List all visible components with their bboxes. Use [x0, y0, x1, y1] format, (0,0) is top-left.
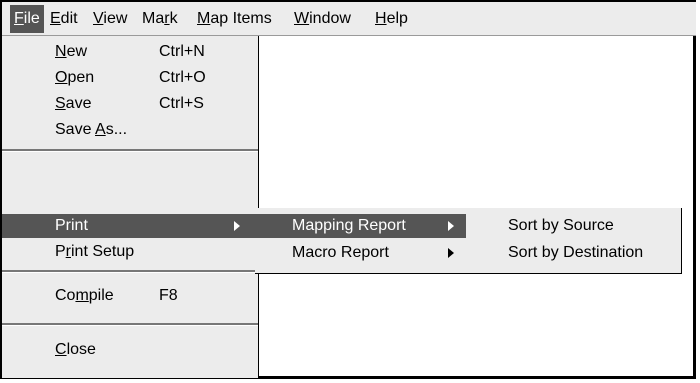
menu-item-open[interactable]: Open Ctrl+O	[2, 66, 258, 90]
menu-map-items-label-post: ap Items	[210, 10, 272, 27]
menu-item-print-setup[interactable]: Print Setup	[2, 240, 258, 264]
menu-bar: File Edit View Mark Map Items Window Hel…	[2, 2, 696, 36]
menu-item-save-label: Save	[55, 95, 92, 112]
menu-item-compile[interactable]: Compile F8	[2, 284, 258, 308]
menu-item-save-as[interactable]: Save As...	[2, 118, 258, 142]
menu-item-new-shortcut: Ctrl+N	[159, 43, 205, 60]
menu-file-label-post: ile	[23, 10, 40, 27]
menu-file[interactable]: File	[10, 5, 44, 33]
menu-window-label-mnemonic: W	[294, 10, 310, 27]
menu-help-label-mnemonic: H	[375, 10, 387, 27]
menu-mark-label-post: k	[169, 10, 178, 27]
menu-item-print-label: Print	[55, 217, 88, 234]
menu-window[interactable]: Window	[290, 5, 355, 33]
menu-item-save[interactable]: Save Ctrl+S	[2, 92, 258, 116]
menu-item-print[interactable]: Print	[2, 214, 258, 238]
menu-item-open-label: Open	[55, 69, 95, 86]
menu-item-sort-by-destination-label: Sort by Destination	[508, 244, 644, 261]
menu-edit[interactable]: Edit	[46, 5, 82, 33]
menu-view[interactable]: View	[89, 5, 131, 33]
menu-mark[interactable]: Mark	[138, 5, 182, 33]
menu-edit-label-mnemonic: E	[50, 10, 61, 27]
menu-mark-label-pre: Ma	[142, 10, 165, 27]
menu-item-sort-by-source[interactable]: Sort by Source	[466, 214, 681, 238]
menu-help-label-post: elp	[386, 10, 408, 27]
menu-file-label-mnemonic: F	[14, 10, 24, 27]
submenu-arrow-icon	[448, 248, 454, 258]
submenu-arrow-icon	[234, 221, 240, 231]
menu-help[interactable]: Help	[371, 5, 412, 33]
menu-item-open-shortcut: Ctrl+O	[159, 69, 206, 86]
menu-item-print-setup-label: Print Setup	[55, 243, 135, 260]
file-menu: New Ctrl+N Open Ctrl+O Save Ctrl+S Save …	[2, 36, 259, 379]
menu-item-mapping-report[interactable]: Mapping Report	[255, 214, 468, 238]
menu-separator	[2, 149, 258, 152]
menu-separator	[2, 323, 258, 326]
menu-item-close[interactable]: Close	[2, 338, 258, 362]
print-submenu: Mapping Report Macro Report	[255, 208, 469, 274]
menu-item-compile-label: Compile	[55, 287, 114, 304]
menu-map-items[interactable]: Map Items	[193, 5, 276, 33]
menu-window-label-post: indow	[309, 10, 351, 27]
menu-item-macro-report[interactable]: Macro Report	[255, 241, 468, 265]
menu-separator	[2, 270, 258, 273]
menu-item-compile-shortcut: F8	[159, 287, 178, 304]
menu-item-mapping-report-label: Mapping Report	[292, 217, 406, 234]
menu-item-new[interactable]: New Ctrl+N	[2, 40, 258, 64]
menu-item-sort-by-destination[interactable]: Sort by Destination	[466, 241, 681, 265]
menu-item-sort-by-source-label: Sort by Source	[508, 217, 614, 234]
mapping-report-submenu: Sort by Source Sort by Destination	[466, 208, 682, 274]
menu-item-new-label: New	[55, 43, 88, 60]
menu-edit-label-post: dit	[60, 10, 78, 27]
menu-view-label-mnemonic: V	[93, 10, 104, 27]
menu-map-items-label-mnemonic: M	[197, 10, 211, 27]
submenu-arrow-icon	[448, 221, 454, 231]
menu-view-label-post: iew	[103, 10, 128, 27]
menu-item-save-shortcut: Ctrl+S	[159, 95, 204, 112]
menu-item-close-label: Close	[55, 341, 96, 358]
menu-item-macro-report-label: Macro Report	[292, 244, 389, 261]
menu-item-save-as-label: Save As...	[55, 121, 128, 138]
